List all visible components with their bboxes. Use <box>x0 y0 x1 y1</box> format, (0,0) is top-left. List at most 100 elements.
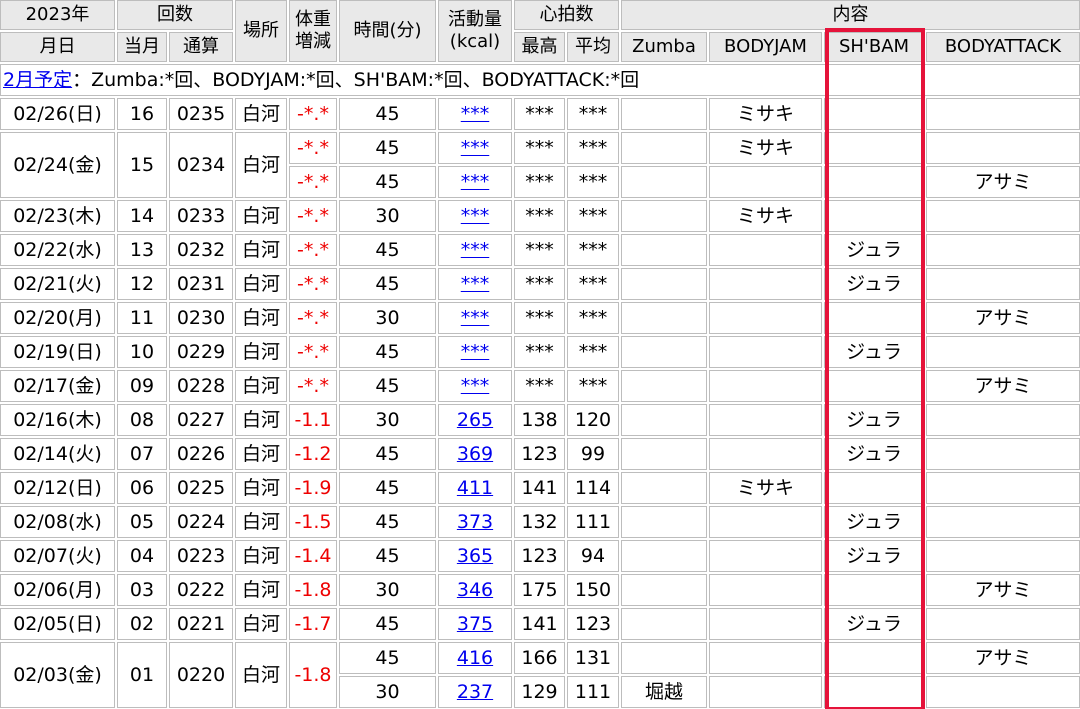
cell-place: 白河 <box>235 234 287 266</box>
plan-summary: ：Zumba:*回、BODYJAM:*回、SH'BAM:*回、BODYATTAC… <box>72 69 640 91</box>
kcal-link[interactable]: 416 <box>457 647 493 669</box>
cell-month: 05 <box>117 506 167 538</box>
shbam-header: SH'BAM <box>824 32 924 62</box>
cell-kcal: *** <box>438 302 512 334</box>
content-header: 内容 <box>621 0 1080 30</box>
cell-zumba <box>621 336 707 368</box>
cell-kcal: 346 <box>438 574 512 606</box>
cell-date: 02/12(日) <box>0 472 115 504</box>
cell-date: 02/23(木) <box>0 200 115 232</box>
cell-month: 09 <box>117 370 167 402</box>
cell-bodyattack: アサミ <box>926 370 1080 402</box>
kcal-link[interactable]: *** <box>461 341 490 363</box>
cell-max: 166 <box>514 642 565 674</box>
cell-bodyattack <box>926 98 1080 130</box>
cell-place: 白河 <box>235 302 287 334</box>
heart-max-header: 最高 <box>514 32 565 62</box>
cell-time: 30 <box>339 676 436 708</box>
kcal-link[interactable]: *** <box>461 307 490 329</box>
cell-time: 45 <box>339 540 436 572</box>
cell-total: 0235 <box>169 98 233 130</box>
kcal-link[interactable]: *** <box>461 273 490 295</box>
cell-time: 45 <box>339 166 436 198</box>
cell-kcal: 369 <box>438 438 512 470</box>
cell-total: 0225 <box>169 472 233 504</box>
cell-avg: *** <box>567 200 619 232</box>
kcal-link[interactable]: 365 <box>457 545 493 567</box>
kcal-link[interactable]: 237 <box>457 681 493 703</box>
cell-bodyjam <box>709 608 822 640</box>
kcal-link[interactable]: *** <box>461 375 490 397</box>
kcal-link[interactable]: *** <box>461 171 490 193</box>
cell-weight: -*.* <box>289 166 337 198</box>
cell-avg: 111 <box>567 506 619 538</box>
cell-weight: -*.* <box>289 200 337 232</box>
cell-bodyjam <box>709 166 822 198</box>
cell-month: 04 <box>117 540 167 572</box>
cell-total: 0234 <box>169 132 233 198</box>
cell-date: 02/08(水) <box>0 506 115 538</box>
cell-kcal: 375 <box>438 608 512 640</box>
cell-weight: -1.8 <box>289 642 337 708</box>
cell-total: 0228 <box>169 370 233 402</box>
kcal-link[interactable]: 265 <box>457 409 493 431</box>
cell-weight: -*.* <box>289 98 337 130</box>
cell-kcal: *** <box>438 98 512 130</box>
kcal-link[interactable]: 346 <box>457 579 493 601</box>
cell-weight: -*.* <box>289 268 337 300</box>
cell-max: *** <box>514 98 565 130</box>
cell-bodyattack <box>926 438 1080 470</box>
kcal-link[interactable]: 369 <box>457 443 493 465</box>
cell-zumba <box>621 370 707 402</box>
cell-max: *** <box>514 370 565 402</box>
cell-weight: -1.1 <box>289 404 337 436</box>
cell-shbam: ジュラ <box>824 336 924 368</box>
cell-weight: -1.4 <box>289 540 337 572</box>
cell-max: *** <box>514 200 565 232</box>
cell-time: 45 <box>339 472 436 504</box>
cell-total: 0226 <box>169 438 233 470</box>
cell-bodyattack <box>926 404 1080 436</box>
log-page: 2023年 回数 場所 体重 増減 時間(分) 活動量 (kcal) 心拍数 内容 … <box>0 0 1080 709</box>
cell-shbam <box>824 472 924 504</box>
cell-avg: *** <box>567 302 619 334</box>
cell-total: 0224 <box>169 506 233 538</box>
cell-total: 0222 <box>169 574 233 606</box>
cell-bodyjam <box>709 302 822 334</box>
cell-kcal: *** <box>438 370 512 402</box>
cell-avg: *** <box>567 336 619 368</box>
cell-avg: 150 <box>567 574 619 606</box>
kcal-link[interactable]: *** <box>461 103 490 125</box>
cell-avg: *** <box>567 132 619 164</box>
cell-weight: -1.9 <box>289 472 337 504</box>
cell-month: 07 <box>117 438 167 470</box>
cell-bodyjam <box>709 642 822 674</box>
cell-max: 132 <box>514 506 565 538</box>
cell-kcal: *** <box>438 166 512 198</box>
cell-weight: -1.8 <box>289 574 337 606</box>
kcal-link[interactable]: *** <box>461 239 490 261</box>
cell-time: 30 <box>339 404 436 436</box>
cell-time: 30 <box>339 302 436 334</box>
kcal-link[interactable]: 411 <box>457 477 493 499</box>
cell-month: 02 <box>117 608 167 640</box>
cell-max: 141 <box>514 608 565 640</box>
cell-kcal: *** <box>438 336 512 368</box>
cell-time: 45 <box>339 506 436 538</box>
cell-place: 白河 <box>235 642 287 708</box>
kcal-link[interactable]: *** <box>461 137 490 159</box>
cell-total: 0227 <box>169 404 233 436</box>
cell-month: 12 <box>117 268 167 300</box>
plan-cell: 2月予定：Zumba:*回、BODYJAM:*回、SH'BAM:*回、BODYA… <box>0 64 1080 96</box>
kcal-link[interactable]: *** <box>461 205 490 227</box>
cell-avg: 131 <box>567 642 619 674</box>
kcal-link[interactable]: 375 <box>457 613 493 635</box>
plan-link[interactable]: 2月予定 <box>3 69 72 91</box>
table-row: 02/21(火) 12 0231 白河 -*.* 45 *** *** *** ジュラ <box>0 268 1080 300</box>
cell-time: 45 <box>339 608 436 640</box>
cell-bodyattack <box>926 540 1080 572</box>
cell-avg: *** <box>567 234 619 266</box>
cell-bodyattack: アサミ <box>926 642 1080 674</box>
kcal-link[interactable]: 373 <box>457 511 493 533</box>
cell-max: *** <box>514 268 565 300</box>
